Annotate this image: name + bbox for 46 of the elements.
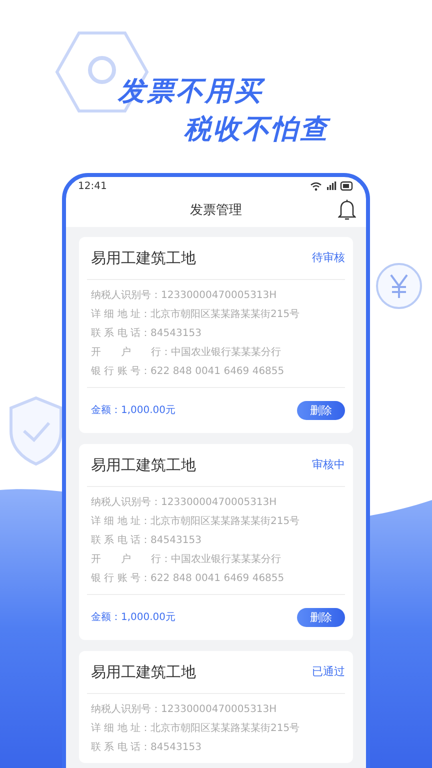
field-value: 12330000470005313H	[161, 289, 277, 303]
bell-icon[interactable]	[338, 199, 356, 221]
field-value: 622 848 0041 6469 46855	[150, 572, 284, 586]
status-icons	[310, 181, 354, 191]
status-label: 审核中	[312, 456, 345, 473]
field-label: 联 系 电 话：	[91, 740, 151, 755]
field-value: 12330000470005313H	[161, 703, 277, 717]
field-value: 12330000470005313H	[161, 496, 277, 510]
field-label: 详 细 地 址：	[91, 514, 151, 529]
invoice-card[interactable]: 易用工建筑工地 审核中 纳税人识别号：12330000470005313H 详 细 地 址：北京市朝阳区某某路某某街215号 联 系 电 话：84543153 开 户 行：中国农业银行某某某分行 银 行 账 号：622 848 0041 6469 46855 金额：1,000.00元 删除	[79, 444, 353, 640]
field-value: 84543153	[150, 534, 202, 548]
company-name: 易用工建筑工地	[90, 248, 196, 269]
field-label: 开 户 行：	[91, 552, 171, 567]
field-label: 联 系 电 话：	[91, 326, 151, 341]
slogan-line: 税收不怕查	[184, 113, 332, 147]
status-time: 12:41	[78, 180, 107, 194]
status-label: 待审核	[312, 250, 345, 266]
field-value: 中国农业银行某某某分行	[171, 552, 281, 567]
company-name: 易用工建筑工地	[90, 454, 196, 476]
field-label: 开 户 行：	[91, 346, 171, 360]
amount-text: 金额：1,000.00元	[90, 404, 176, 418]
field-label: 银 行 账 号：	[91, 364, 151, 379]
slogan-line: 发票不用买	[118, 75, 266, 109]
field-value: 中国农业银行某某某分行	[171, 346, 281, 360]
field-value: 北京市朝阳区某某路某某街215号	[150, 514, 300, 529]
amount-text: 金额：1,000.00元	[90, 610, 176, 625]
field-label: 详 细 地 址：	[91, 722, 151, 736]
delete-button[interactable]: 删除	[297, 608, 345, 627]
company-name: 易用工建筑工地	[90, 662, 196, 683]
page-title: 发票管理	[190, 202, 242, 220]
field-value: 北京市朝阳区某某路某某街215号	[150, 308, 300, 322]
field-label: 详 细 地 址：	[91, 308, 151, 322]
field-value: 北京市朝阳区某某路某某街215号	[150, 722, 300, 736]
field-value: 84543153	[150, 327, 202, 341]
field-label: 联 系 电 话：	[91, 534, 151, 548]
field-label: 纳税人识别号：	[91, 702, 161, 717]
field-label: 纳税人识别号：	[91, 496, 161, 510]
field-label: 纳税人识别号：	[91, 288, 161, 303]
field-value: 84543153	[150, 741, 202, 755]
invoice-card[interactable]: 易用工建筑工地 待审核 纳税人识别号：12330000470005313H 详 细 地 址：北京市朝阳区某某路某某街215号 联 系 电 话：84543153 开 户 行：中国农业银行某某某分行 银 行 账 号：622 848 0041 6469 46855 金额：1,000.00元 删除	[79, 237, 353, 433]
field-label: 银 行 账 号：	[91, 572, 151, 586]
status-label: 已通过	[312, 664, 345, 680]
field-value: 622 848 0041 6469 46855	[150, 365, 284, 379]
delete-button[interactable]: 删除	[297, 401, 345, 420]
invoice-card[interactable]: 易用工建筑工地 已通过 纳税人识别号：12330000470005313H 详 细 地 址：北京市朝阳区某某路某某街215号 联 系 电 话：84543153	[79, 651, 353, 763]
yen-icon	[375, 262, 423, 310]
